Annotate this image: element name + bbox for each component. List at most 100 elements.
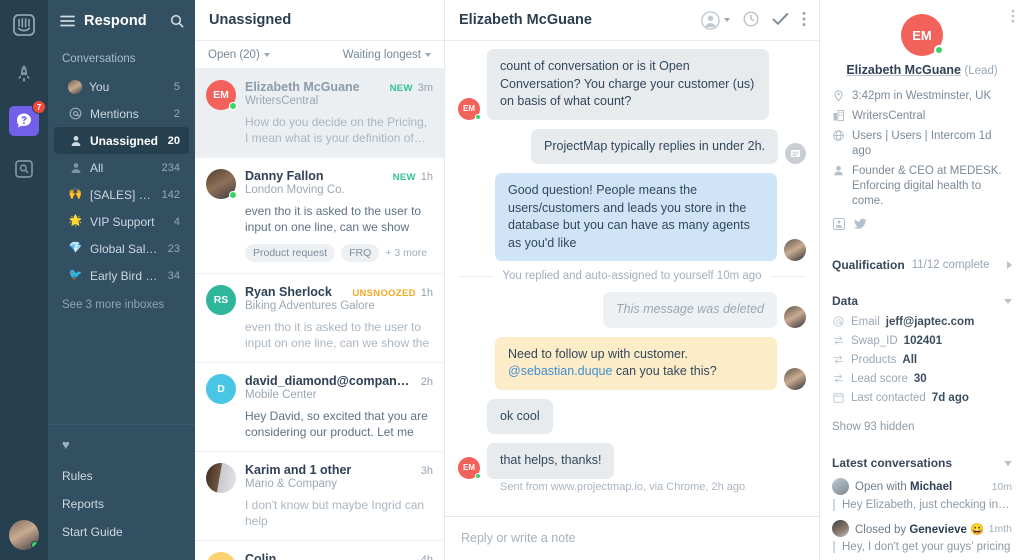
page-title: Elizabeth McGuane [459,12,592,28]
sidebar: Respond Conversations You 5 Mentions 2 U… [48,0,195,560]
sidebar-item-unassigned[interactable]: Unassigned 20 [54,127,189,154]
sidebar-item-all[interactable]: All 234 [54,154,189,181]
search-icon[interactable] [170,14,184,28]
message-row: ProjectMap typically replies in under 2h… [458,128,806,164]
data-row-last-contacted[interactable]: Last contacted 7d ago [832,388,1012,407]
sidebar-item-global-sales[interactable]: 💎 Global Sales… 23 [54,235,189,262]
sidebar-title: Respond [84,12,147,29]
sidebar-link-rules[interactable]: Rules [48,462,195,490]
data-row-email[interactable]: Email jeff@japtec.com [832,312,1012,331]
more-kebab-icon[interactable] [802,11,806,30]
data-key: Products [851,353,897,366]
divider [770,275,806,277]
list-item[interactable]: Closed by Genevieve 😀 1mth Hey, I don't … [832,520,1012,553]
message-meta: Sent from www.projectmap.io, via Chrome,… [500,480,746,493]
list-item[interactable]: EM Elizabeth McGuane NEW 3m WritersCentr… [195,69,444,158]
conversation-list-filters: Open (20) Waiting longest [195,41,444,69]
avatar [206,169,237,199]
avatar [784,239,806,261]
app-root: 7 Respond Conversations You 5 Mentions 2… [0,0,1024,560]
emoji-icon: 😀 [970,523,983,536]
sidebar-item-count: 4 [173,215,180,228]
sidebar-link-start-guide[interactable]: Start Guide [48,518,195,546]
data-row-swap-id[interactable]: Swap_ID 102401 [832,331,1012,350]
message-row: EM that helps, thanks! [458,443,806,479]
sidebar-item-count: 2 [173,107,180,120]
swap-icon [832,373,845,384]
note-text-after: can you take this? [612,364,717,378]
intercom-logo-icon[interactable] [9,10,39,40]
contact-detail-source: Users | Users | Intercom 1d ago [832,126,1012,161]
filter-sort-dropdown[interactable]: Waiting longest [343,49,431,61]
conversation-list: Unassigned Open (20) Waiting longest EM … [195,0,445,560]
timestamp: 1mth [988,522,1012,535]
data-value: jeff@japtec.com [885,315,975,328]
tag[interactable]: Product request [245,244,336,262]
conversation-list-scroll[interactable]: EM Elizabeth McGuane NEW 3m WritersCentr… [195,69,444,560]
company-name: London Moving Co. [245,184,345,196]
sidebar-item-vip-support[interactable]: 🌟 VIP Support 4 [54,208,189,235]
avatar [784,367,806,390]
show-hidden-attributes[interactable]: Show 93 hidden [820,415,1024,445]
contact-detail-text: Users | Users | Intercom 1d ago [852,129,992,157]
divider [458,275,494,277]
latest-conversations-header[interactable]: Latest conversations [820,445,1024,476]
list-item-body: Karim and 1 other 3h Mario & Company I d… [245,463,433,529]
sidebar-item-mentions[interactable]: Mentions 2 [54,100,189,127]
heart-icon[interactable]: ♥ [48,435,195,462]
data-key: Swap_ID [851,334,898,347]
mention-link[interactable]: @sebastian.duque [508,364,612,378]
tag[interactable]: FRQ [341,244,380,262]
articles-search-icon[interactable] [9,154,39,184]
sidebar-link-reports[interactable]: Reports [48,490,195,518]
assignee-avatar[interactable] [701,10,730,30]
message-row: EM count of conversation or is it Open C… [458,49,806,120]
data-row-lead-score[interactable]: Lead score 30 [832,369,1012,388]
messenger-icon[interactable]: 7 [9,100,46,136]
message-bubble: ok cool [487,398,553,434]
list-item[interactable]: RS Ryan Sherlock UNSNOOZED 1h Biking Adv… [195,274,444,363]
status-badge: NEW [389,83,413,94]
more-kebab-icon[interactable] [1011,9,1015,26]
see-more-inboxes[interactable]: See 3 more inboxes [48,289,195,311]
system-event: You replied and auto-assigned to yoursel… [458,270,806,282]
data-key: Last contacted [851,391,926,404]
avatar [832,478,849,495]
tag-more[interactable]: + 3 more [385,247,427,259]
contact-detail-location: 3:42pm in Westminster, UK [832,86,1012,106]
data-row-products[interactable]: Products All [832,350,1012,369]
data-section-header[interactable]: Data [820,283,1024,312]
emoji-icon: 🌟 [68,215,83,227]
sidebar-item-label: Mentions [90,106,139,121]
close-check-icon[interactable] [772,12,789,29]
message-preview: I don't know but maybe Ingrid can help [245,498,425,528]
hamburger-icon[interactable] [60,15,75,27]
list-item[interactable]: Open with Michael 10m Hey Elizabeth, jus… [832,478,1012,511]
chevron-down-icon [1004,298,1012,304]
current-user-avatar[interactable] [9,520,39,550]
list-item[interactable]: Danny Fallon NEW 1h London Moving Co. ev… [195,158,444,274]
twitter-icon[interactable] [854,218,867,233]
company-name: Biking Adventures Galore [245,300,375,312]
sidebar-item-you[interactable]: You 5 [54,73,189,100]
avatar: EM [458,97,481,120]
social-links [832,211,1012,235]
conversation-actions [701,10,806,30]
sidebar-item-count: 142 [161,188,180,201]
linkedin-icon[interactable] [833,218,845,233]
filter-status-dropdown[interactable]: Open (20) [208,49,270,61]
sidebar-item-sales-sd[interactable]: 🙌 [SALES] SD… 142 [54,181,189,208]
snooze-clock-icon[interactable] [743,10,759,30]
message-thread[interactable]: EM count of conversation or is it Open C… [445,41,819,516]
list-item[interactable]: C Colin 4h [195,541,444,560]
list-item[interactable]: Karim and 1 other 3h Mario & Company I d… [195,452,444,541]
avatar-icon [68,79,82,94]
company-name: Mobile Center [245,389,317,401]
reply-composer[interactable]: Reply or write a note [445,516,819,560]
qualification-section[interactable]: Qualification 11/12 complete [820,247,1024,283]
sidebar-footer: ♥ Rules Reports Start Guide [48,425,195,560]
sidebar-item-early-bird[interactable]: 🐦 Early Bird Re… 34 [54,262,189,289]
list-item[interactable]: D david_diamond@compan… 2h Mobile Center… [195,363,444,452]
message-preview: even tho it is asked to the user to inpu… [245,204,422,234]
rocket-icon[interactable] [9,58,39,88]
